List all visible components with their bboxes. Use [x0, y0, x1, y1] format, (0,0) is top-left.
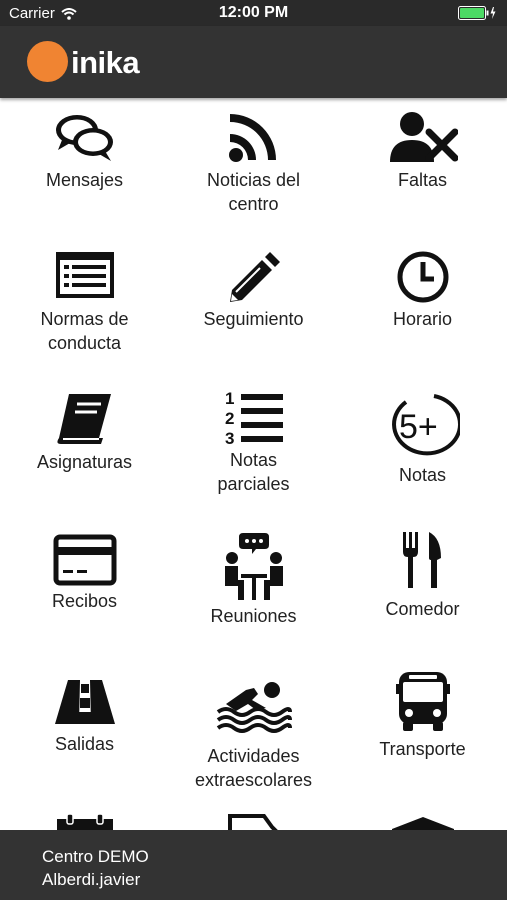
status-time: 12:00 PM [218, 4, 289, 21]
menu-item-truck-partial[interactable] [169, 813, 338, 830]
logo-text: inika [71, 45, 140, 80]
rss-feed-icon [228, 114, 276, 162]
menu-item-noticias[interactable]: Noticias del centro [169, 110, 338, 216]
menu-item-label: Comedor [385, 599, 460, 619]
menu-item-label: Seguimiento [203, 309, 304, 329]
user-absence-icon [389, 112, 458, 162]
menu-item-label: Normas de conducta [40, 309, 129, 353]
app-header: inika [0, 26, 507, 98]
menu-item-label: Notas parciales [217, 450, 290, 494]
numbered-list-icon: 1 2 3 [225, 389, 283, 446]
menu-item-label: Salidas [54, 734, 115, 754]
menu-item-label: Asignaturas [36, 452, 133, 472]
menu-item-label: Transporte [379, 739, 466, 759]
menu-item-label: Recibos [51, 591, 118, 611]
menu-item-mensajes[interactable]: Mensajes [0, 110, 169, 192]
battery-icon [458, 6, 496, 20]
user-footer[interactable]: Centro DEMO Alberdi.javier [0, 830, 507, 900]
swimmer-icon [216, 682, 292, 733]
grade-five-plus-icon: 5+ [391, 394, 460, 456]
menu-item-normas[interactable]: Normas de conducta [0, 250, 169, 355]
calendar-icon [56, 813, 113, 830]
menu-item-notas-parciales[interactable]: 1 2 3 Notas parciales [169, 388, 338, 496]
clock-icon [397, 251, 448, 303]
svg-text:3: 3 [225, 429, 234, 446]
building-icon [391, 817, 454, 830]
menu-item-label: Faltas [397, 170, 448, 190]
svg-text:5+: 5+ [399, 408, 438, 446]
chat-bubbles-icon [55, 115, 113, 161]
menu-item-comedor[interactable]: Comedor [338, 530, 507, 621]
menu-item-label: Noticias del centro [206, 170, 301, 214]
menu-item-recibos[interactable]: Recibos [0, 534, 169, 613]
svg-text:2: 2 [225, 409, 234, 428]
credit-card-icon [53, 534, 116, 586]
menu-item-calendar-partial[interactable] [0, 813, 169, 830]
menu-item-notas[interactable]: 5+ Notas [338, 392, 507, 487]
menu-item-label: Notas [398, 465, 447, 485]
menu-item-transporte[interactable]: Transporte [338, 670, 507, 761]
logo-circle [27, 41, 68, 82]
menu-item-label: Actividades extraescolares [194, 746, 313, 790]
menu-item-building-partial[interactable] [338, 813, 507, 830]
road-icon [54, 680, 115, 724]
menu-item-horario[interactable]: Horario [338, 250, 507, 331]
svg-text:1: 1 [225, 389, 234, 408]
pencil-icon [229, 252, 280, 302]
menu-item-asignaturas[interactable]: Asignaturas [0, 392, 169, 474]
menu-item-faltas[interactable]: Faltas [338, 110, 507, 192]
menu-grid: Mensajes Noticias del centro Faltas Norm… [0, 98, 507, 830]
center-name: Centro DEMO [42, 847, 149, 866]
menu-item-label: Horario [392, 309, 453, 329]
book-icon [56, 394, 111, 444]
menu-item-actividades[interactable]: Actividades extraescolares [169, 678, 338, 792]
username: Alberdi.javier [42, 870, 141, 889]
rules-list-icon [55, 252, 114, 298]
menu-item-label: Mensajes [45, 170, 124, 190]
menu-item-seguimiento[interactable]: Seguimiento [169, 250, 338, 331]
cutlery-icon [402, 532, 441, 588]
battery-indicator [458, 6, 498, 20]
meeting-icon [224, 533, 283, 600]
status-bar: Carrier 12:00 PM [0, 0, 507, 26]
menu-item-label: Reuniones [210, 606, 297, 626]
truck-icon [227, 814, 278, 830]
bus-icon [395, 672, 450, 731]
menu-item-reuniones[interactable]: Reuniones [169, 530, 338, 628]
menu-item-salidas[interactable]: Salidas [0, 678, 169, 756]
